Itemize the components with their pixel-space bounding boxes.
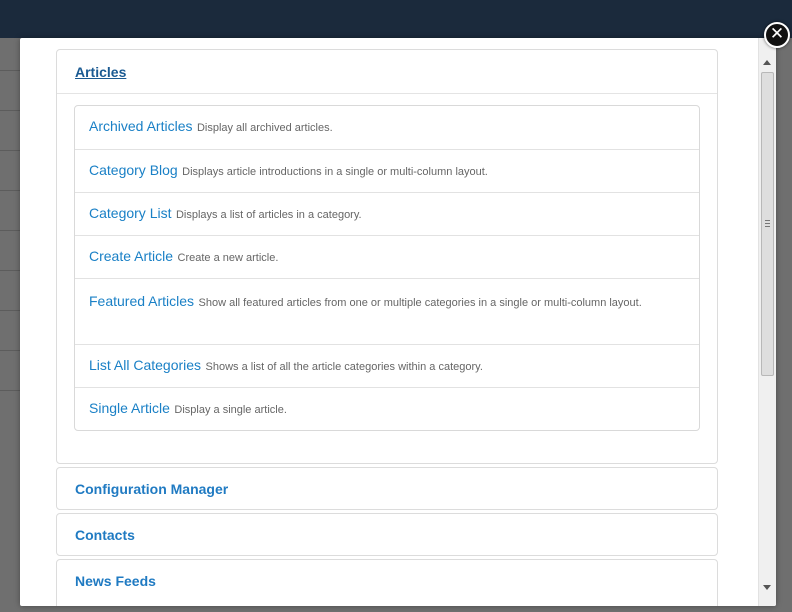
item-description: Displays article introductions in a sing… xyxy=(182,166,488,178)
item-title-featured-articles[interactable]: Featured Articles xyxy=(89,293,194,309)
list-item[interactable]: Archived Articles Display all archived a… xyxy=(75,106,699,149)
item-title-category-list[interactable]: Category List xyxy=(89,205,171,221)
grip-line xyxy=(765,223,770,224)
admin-top-bar xyxy=(0,0,792,38)
background-row-divider xyxy=(0,230,20,231)
background-row-divider xyxy=(0,150,20,151)
list-item[interactable]: Create Article Create a new article. xyxy=(75,235,699,278)
section-contacts: Contacts xyxy=(56,513,718,556)
menu-item-type-modal: Articles Archived Articles Display all a… xyxy=(20,38,776,606)
articles-list: Archived Articles Display all archived a… xyxy=(74,105,700,431)
item-title-create-article[interactable]: Create Article xyxy=(89,248,173,264)
item-description: Create a new article. xyxy=(177,252,279,264)
scrollbar-thumb[interactable] xyxy=(761,72,774,376)
item-title-category-blog[interactable]: Category Blog xyxy=(89,162,178,178)
background-row-divider xyxy=(0,350,20,351)
background-row-divider xyxy=(0,390,20,391)
section-articles-toggle[interactable]: Articles xyxy=(57,50,717,94)
section-articles: Articles Archived Articles Display all a… xyxy=(56,49,718,464)
grip-line xyxy=(765,220,770,221)
grip-line xyxy=(765,226,770,227)
section-contacts-toggle[interactable]: Contacts xyxy=(57,514,717,556)
section-configuration-manager-toggle[interactable]: Configuration Manager xyxy=(57,468,717,510)
background-row-divider xyxy=(0,70,20,71)
close-icon[interactable]: ✕ xyxy=(764,22,790,48)
item-title-archived-articles[interactable]: Archived Articles xyxy=(89,118,192,134)
item-description: Show all featured articles from one or m… xyxy=(198,297,642,309)
scroll-down-arrow-icon[interactable] xyxy=(763,585,771,590)
item-description: Display a single article. xyxy=(174,404,287,416)
background-row-divider xyxy=(0,310,20,311)
list-item[interactable]: Category List Displays a list of article… xyxy=(75,192,699,235)
item-description: Display all archived articles. xyxy=(196,122,333,134)
item-description: Displays a list of articles in a categor… xyxy=(175,209,362,221)
background-row-divider xyxy=(0,110,20,111)
section-news-feeds: News Feeds xyxy=(56,559,718,606)
modal-scrollbar[interactable] xyxy=(758,38,776,606)
item-description: Shows a list of all the article categori… xyxy=(205,361,483,373)
background-row-divider xyxy=(0,190,20,191)
list-item[interactable]: Category Blog Displays article introduct… xyxy=(75,149,699,192)
scroll-up-arrow-icon[interactable] xyxy=(763,60,771,65)
item-title-single-article[interactable]: Single Article xyxy=(89,400,170,416)
section-news-feeds-toggle[interactable]: News Feeds xyxy=(57,560,717,602)
background-row-divider xyxy=(0,270,20,271)
list-item[interactable]: Single Article Display a single article. xyxy=(75,387,699,430)
list-item[interactable]: Featured Articles Show all featured arti… xyxy=(75,278,699,344)
list-item[interactable]: List All Categories Shows a list of all … xyxy=(75,344,699,387)
section-configuration-manager: Configuration Manager xyxy=(56,467,718,510)
item-title-list-all-categories[interactable]: List All Categories xyxy=(89,357,201,373)
modal-content: Articles Archived Articles Display all a… xyxy=(20,38,758,606)
